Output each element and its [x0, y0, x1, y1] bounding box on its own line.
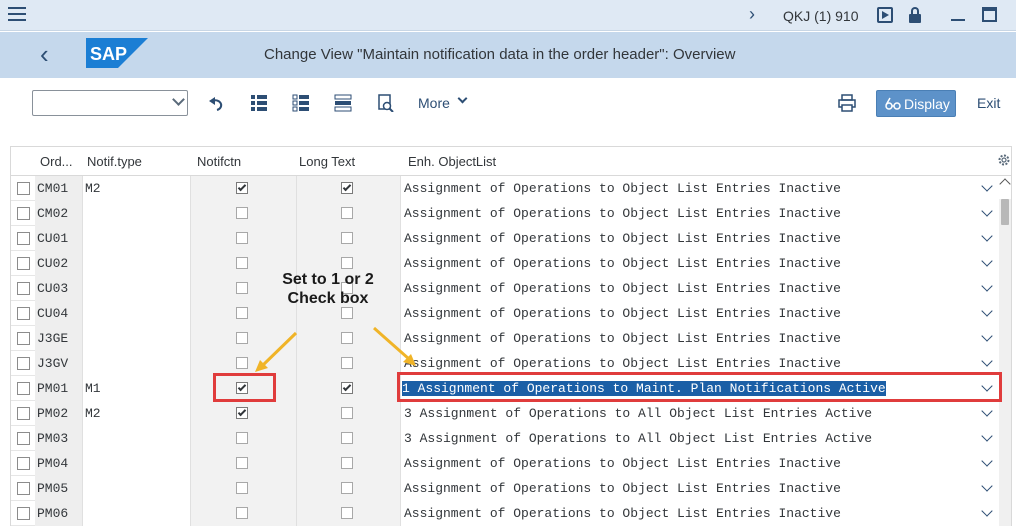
arrow-to-dropdown — [373, 326, 410, 361]
annotation-arrows — [255, 326, 416, 372]
arrow-to-checkbox — [260, 331, 298, 368]
